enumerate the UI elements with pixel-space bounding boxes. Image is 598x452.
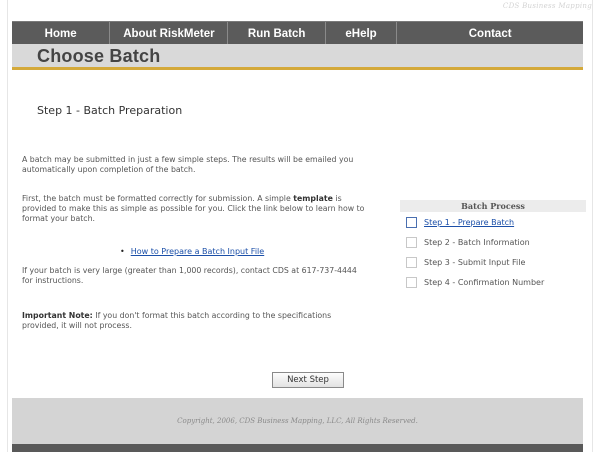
brand-logo-text: CDS Business Mapping (502, 2, 592, 10)
template-text-before: First, the batch must be formatted corre… (22, 194, 294, 203)
panel-step-label: Step 1 - Prepare Batch (424, 217, 515, 227)
nav-run-batch[interactable]: Run Batch (228, 22, 326, 45)
batch-process-panel: Batch Process Step 1 - Prepare Batch Ste… (400, 200, 586, 292)
checkbox-icon (406, 276, 417, 288)
checkbox-icon (406, 256, 417, 268)
panel-step-4: Step 4 - Confirmation Number (400, 272, 586, 292)
panel-step-label: Step 4 - Confirmation Number (424, 277, 545, 287)
help-link-line: • How to Prepare a Batch Input File (120, 247, 264, 256)
panel-step-1[interactable]: Step 1 - Prepare Batch (400, 212, 586, 232)
title-bar: Choose Batch (12, 44, 583, 70)
intro-paragraph: A batch may be submitted in just a few s… (22, 155, 354, 174)
nav-about-riskmeter[interactable]: About RiskMeter (110, 22, 229, 45)
important-note-paragraph: Important Note: If you don't format this… (22, 311, 367, 331)
page-title: Choose Batch (37, 46, 161, 66)
large-batch-paragraph: If your batch is very large (greater tha… (22, 266, 357, 285)
panel-title: Batch Process (400, 200, 586, 212)
template-bold: template (293, 194, 333, 203)
panel-step-3: Step 3 - Submit Input File (400, 252, 586, 272)
template-paragraph: First, the batch must be formatted corre… (22, 194, 367, 224)
important-note-label: Important Note: (22, 311, 93, 320)
step-heading: Step 1 - Batch Preparation (37, 104, 183, 117)
nav-contact[interactable]: Contact (397, 22, 583, 45)
main-nav: Home About RiskMeter Run Batch eHelp Con… (12, 21, 583, 45)
panel-step-2: Step 2 - Batch Information (400, 232, 586, 252)
next-step-button[interactable]: Next Step (272, 372, 344, 388)
checkbox-icon (406, 236, 417, 248)
checkbox-icon (406, 216, 417, 228)
footer: Copyright, 2006, CDS Business Mapping, L… (12, 398, 583, 444)
panel-step-label: Step 2 - Batch Information (424, 237, 530, 247)
nav-ehelp[interactable]: eHelp (326, 22, 398, 45)
panel-step-label: Step 3 - Submit Input File (424, 257, 526, 267)
prepare-batch-link[interactable]: How to Prepare a Batch Input File (131, 247, 264, 256)
footer-bottom-bar (12, 444, 583, 452)
nav-home[interactable]: Home (12, 22, 111, 45)
bullet-icon: • (120, 247, 125, 256)
copyright-text: Copyright, 2006, CDS Business Mapping, L… (177, 417, 418, 425)
